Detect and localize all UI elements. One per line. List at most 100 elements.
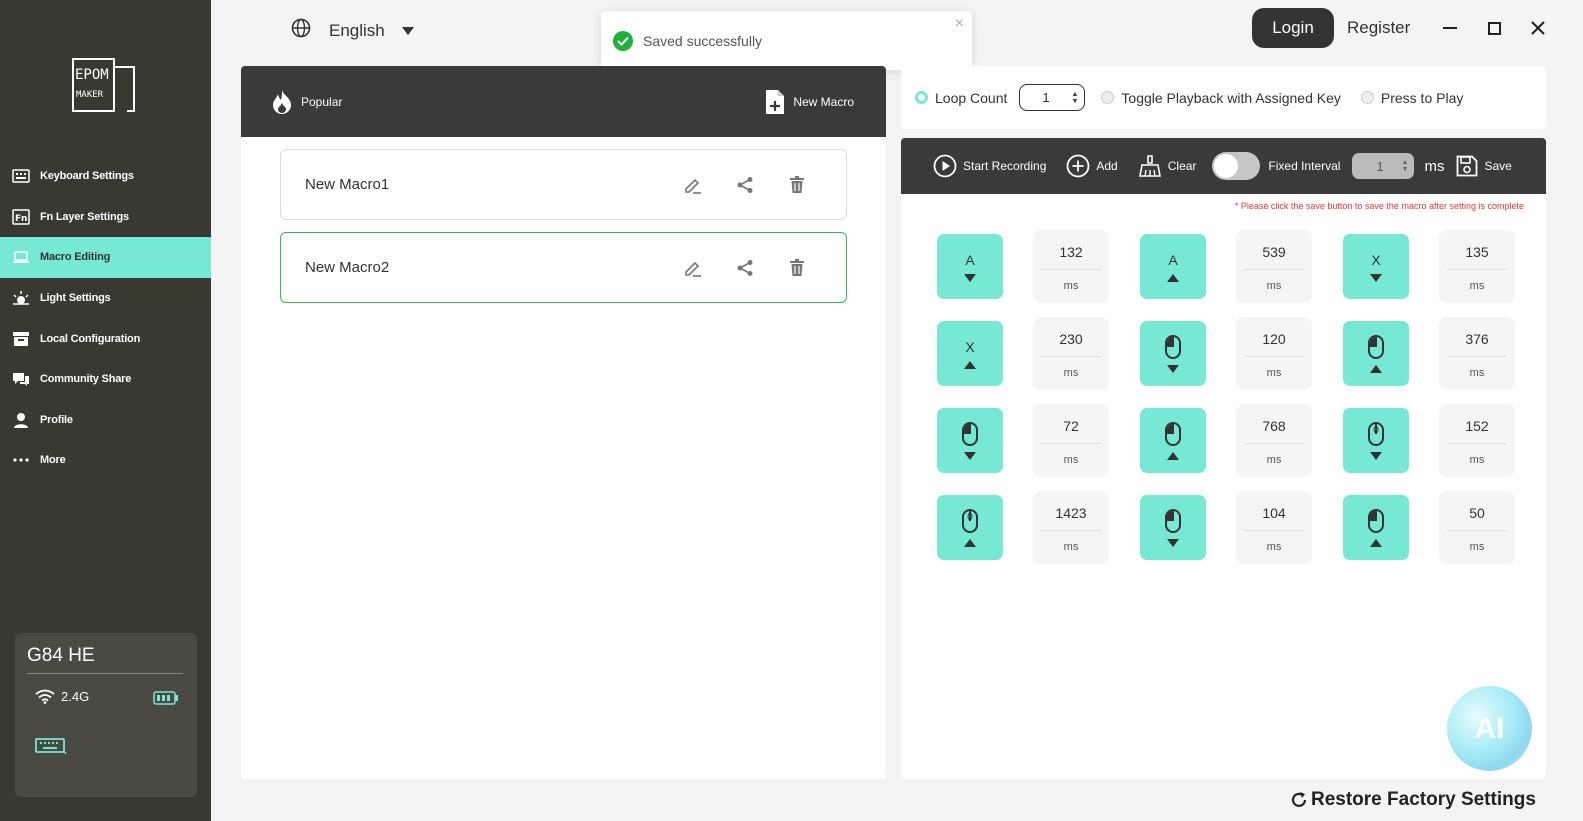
start-recording-button[interactable]: Start Recording	[933, 154, 1046, 178]
mouse-event[interactable]	[1343, 321, 1409, 386]
sidebar-item-macro-editing[interactable]: Macro Editing	[0, 237, 211, 278]
fixed-interval-toggle[interactable]	[1212, 152, 1261, 180]
delay-cell[interactable]: 135 ms	[1439, 230, 1515, 303]
delay-cell[interactable]: 376 ms	[1439, 317, 1515, 390]
connection-label: 2.4G	[61, 689, 90, 704]
delay-unit: ms	[1266, 454, 1282, 466]
divider	[1244, 269, 1304, 270]
delay-value[interactable]: 135	[1465, 244, 1488, 264]
macro-list-panel: Popular New Macro New Macro1 New Macro2	[241, 66, 886, 779]
delay-value[interactable]: 768	[1262, 418, 1285, 438]
mouse-event[interactable]	[1140, 408, 1206, 473]
mouse-event[interactable]	[1140, 321, 1206, 386]
delay-cell[interactable]: 539 ms	[1236, 230, 1312, 303]
loop-count-radio[interactable]	[915, 91, 928, 104]
share-icon[interactable]	[734, 257, 756, 279]
delay-cell[interactable]: 132 ms	[1033, 230, 1109, 303]
fixed-interval-label: Fixed Interval	[1268, 159, 1341, 173]
share-icon[interactable]	[734, 174, 756, 196]
sidebar-item-more[interactable]: More	[0, 440, 211, 481]
delay-value[interactable]: 539	[1262, 244, 1285, 264]
delay-value[interactable]: 132	[1059, 244, 1082, 264]
toggle-playback-label: Toggle Playback with Assigned Key	[1121, 89, 1341, 106]
macro-actions	[682, 257, 808, 279]
sidebar-item-community-share[interactable]: Community Share	[0, 359, 211, 400]
loop-count-option[interactable]: Loop Count	[915, 90, 1007, 106]
sidebar-item-fn-layer-settings[interactable]: Fn Fn Layer Settings	[0, 197, 211, 238]
sidebar-item-keyboard-settings[interactable]: Keyboard Settings	[0, 156, 211, 197]
macro-list-item[interactable]: New Macro1	[280, 149, 847, 220]
new-macro-button[interactable]: New Macro	[765, 89, 854, 115]
popular-button[interactable]: Popular	[271, 89, 342, 115]
clear-button[interactable]: Clear	[1138, 154, 1196, 178]
macro-name: New Macro1	[305, 176, 390, 193]
press-to-play-radio[interactable]	[1360, 91, 1374, 104]
delay-unit: ms	[1469, 280, 1485, 292]
delay-cell[interactable]: 120 ms	[1236, 317, 1312, 390]
more-icon	[12, 452, 30, 468]
trash-icon[interactable]	[786, 174, 808, 196]
delay-cell[interactable]: 152 ms	[1439, 404, 1515, 477]
macro-list-item[interactable]: New Macro2	[280, 232, 847, 303]
delay-value[interactable]: 376	[1465, 331, 1488, 351]
edit-icon[interactable]	[682, 257, 704, 279]
play-circle-icon	[933, 154, 957, 178]
delay-value[interactable]: 152	[1465, 418, 1488, 438]
trash-icon[interactable]	[786, 257, 808, 279]
delay-unit: ms	[1266, 541, 1282, 553]
key-event[interactable]: X	[937, 321, 1003, 386]
mouse-event[interactable]: 0	[937, 495, 1003, 560]
toggle-playback-option[interactable]: Toggle Playback with Assigned Key	[1101, 89, 1341, 106]
save-button[interactable]: Save	[1456, 155, 1512, 177]
divider	[1447, 443, 1507, 444]
login-button[interactable]: Login	[1252, 8, 1334, 48]
delay-value[interactable]: 1423	[1055, 505, 1086, 525]
maximize-icon[interactable]	[1484, 18, 1504, 38]
mouse-event[interactable]	[937, 408, 1003, 473]
stepper-arrows-icon[interactable]: ▲ ▼	[1402, 159, 1409, 173]
key-event[interactable]: A	[1140, 234, 1206, 299]
loop-count-value: 1	[1042, 90, 1050, 105]
close-window-icon[interactable]	[1528, 18, 1548, 38]
mouse-event[interactable]: 0	[1343, 408, 1409, 473]
delay-cell[interactable]: 768 ms	[1236, 404, 1312, 477]
broom-icon	[1138, 155, 1161, 177]
stepper-arrows-icon[interactable]: ▲ ▼	[1071, 91, 1078, 105]
mouse-event[interactable]	[1343, 495, 1409, 560]
delay-value[interactable]: 72	[1063, 418, 1079, 438]
delay-value[interactable]: 230	[1059, 331, 1082, 351]
sidebar-item-profile[interactable]: Profile	[0, 400, 211, 441]
mouse-button-label: 0	[1373, 424, 1379, 436]
delay-cell[interactable]: 50 ms	[1439, 491, 1515, 564]
close-icon[interactable]: ×	[955, 15, 964, 33]
delay-cell[interactable]: 72 ms	[1033, 404, 1109, 477]
press-to-play-option[interactable]: Press to Play	[1360, 90, 1463, 106]
add-button[interactable]: Add	[1066, 154, 1118, 178]
loop-count-label: Loop Count	[935, 89, 1008, 106]
delay-cell[interactable]: 1423 ms	[1033, 491, 1109, 564]
minimize-icon[interactable]	[1440, 18, 1460, 38]
delay-value[interactable]: 104	[1262, 505, 1285, 525]
language-selector[interactable]: English	[291, 18, 415, 43]
delay-value[interactable]: 50	[1469, 505, 1485, 525]
mouse-event[interactable]	[1140, 495, 1206, 560]
start-recording-label: Start Recording	[963, 159, 1047, 173]
ai-assistant-button[interactable]: AI	[1447, 686, 1532, 771]
toggle-playback-radio[interactable]	[1101, 91, 1115, 104]
key-event[interactable]: X	[1343, 234, 1409, 299]
interval-stepper[interactable]: 1 ▲ ▼	[1352, 153, 1415, 179]
divider	[1244, 530, 1304, 531]
delay-cell[interactable]: 104 ms	[1236, 491, 1312, 564]
loop-count-stepper[interactable]: 1 ▲ ▼	[1019, 84, 1086, 111]
key-event[interactable]: A	[937, 234, 1003, 299]
edit-icon[interactable]	[682, 174, 704, 196]
delay-value[interactable]: 120	[1262, 331, 1285, 351]
register-button[interactable]: Register	[1347, 18, 1410, 38]
sidebar-item-light-settings[interactable]: Light Settings	[0, 278, 211, 319]
ai-label: AI	[1474, 711, 1505, 745]
restore-factory-settings-button[interactable]: Restore Factory Settings	[1290, 789, 1536, 811]
sidebar-item-local-configuration[interactable]: Local Configuration	[0, 318, 211, 359]
delay-cell[interactable]: 230 ms	[1033, 317, 1109, 390]
keyboard-icon	[12, 168, 30, 184]
key-label: A	[1168, 251, 1178, 268]
